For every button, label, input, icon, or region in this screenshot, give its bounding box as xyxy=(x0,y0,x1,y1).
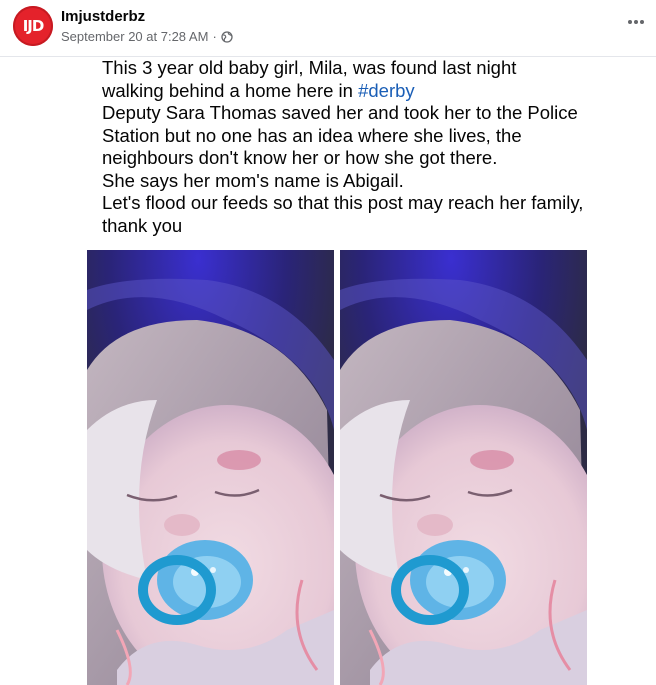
text-paragraph-share: Let's flood our feeds so that this post … xyxy=(102,192,584,236)
text-line-2: walking behind a home here in #derby xyxy=(102,80,592,103)
globe-icon[interactable] xyxy=(221,30,233,43)
post-photo-left[interactable] xyxy=(87,250,334,685)
text-line-2-prefix: walking behind a home here in xyxy=(102,79,359,101)
more-options-icon[interactable] xyxy=(622,12,650,32)
post-timestamp[interactable]: September 20 at 7:28 AM xyxy=(61,29,208,44)
meta-separator: · xyxy=(212,29,217,44)
text-paragraph-deputy: Deputy Sara Thomas saved her and took he… xyxy=(102,102,578,168)
avatar-logo-text: IJD xyxy=(22,17,45,35)
facebook-post: IJD Imjustderbz September 20 at 7:28 AM … xyxy=(0,0,656,685)
page-avatar[interactable]: IJD xyxy=(13,6,53,46)
post-photo-right[interactable] xyxy=(340,250,587,685)
author-name[interactable]: Imjustderbz xyxy=(61,8,145,25)
post-body-text: This 3 year old baby girl, Mila, was fou… xyxy=(102,57,592,237)
text-paragraph-mom: She says her mom's name is Abigail. xyxy=(102,169,404,191)
photo-grid xyxy=(87,250,587,685)
post-header: IJD Imjustderbz September 20 at 7:28 AM … xyxy=(0,0,656,56)
hashtag-link[interactable]: #derby xyxy=(358,80,415,101)
text-line-1: This 3 year old baby girl, Mila, was fou… xyxy=(102,57,517,78)
post-meta: September 20 at 7:28 AM · xyxy=(61,29,233,44)
